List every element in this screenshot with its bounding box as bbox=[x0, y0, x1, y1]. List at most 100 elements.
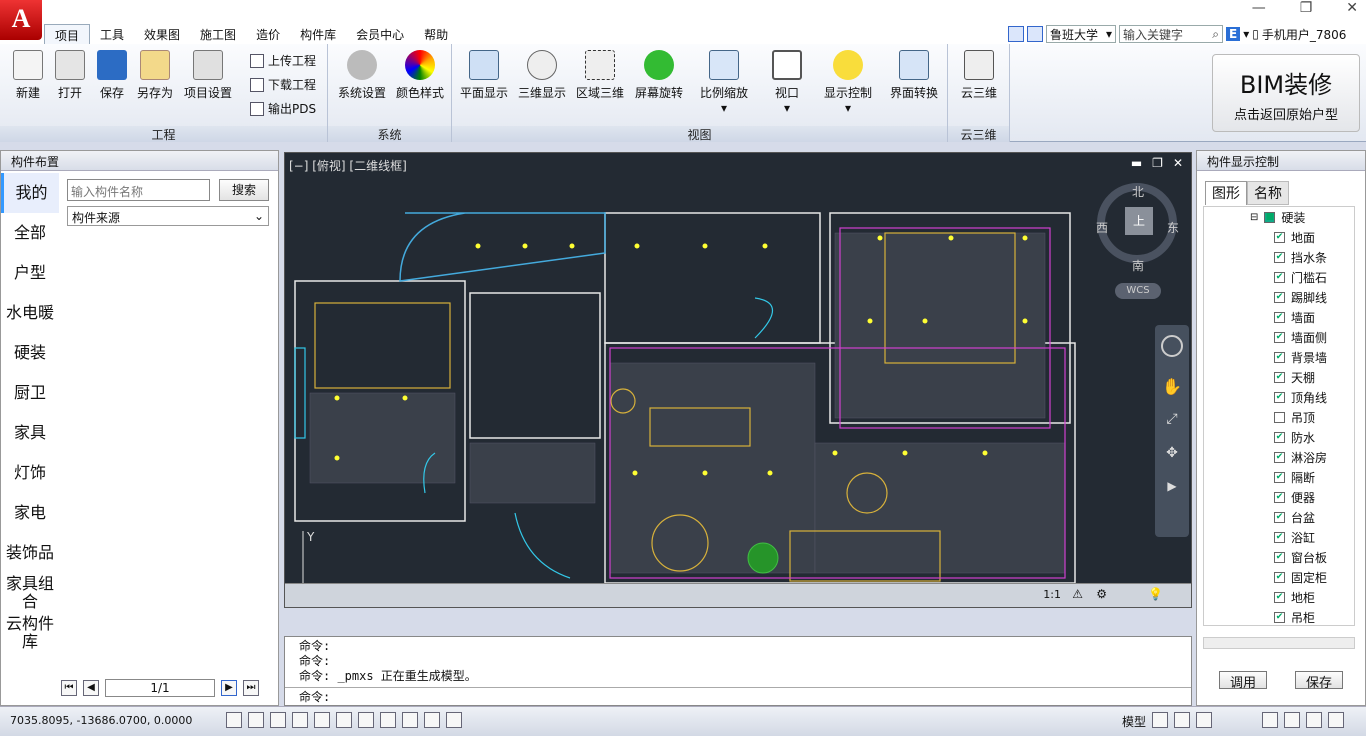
tree-checkbox[interactable]: ■ bbox=[1264, 211, 1276, 223]
tree-checkbox[interactable]: ✔ bbox=[1274, 391, 1285, 403]
project-settings-button[interactable]: 项目设置 bbox=[180, 50, 236, 101]
tree-checkbox[interactable]: ✔ bbox=[1274, 251, 1285, 263]
tree-checkbox[interactable]: ✔ bbox=[1274, 531, 1285, 543]
menu-render[interactable]: 效果图 bbox=[134, 24, 190, 44]
tree-item[interactable]: ✔ 窗台板 bbox=[1204, 547, 1354, 567]
page-indicator[interactable]: 1/1 bbox=[105, 679, 215, 697]
school-select[interactable]: 鲁班大学 ▾ bbox=[1046, 25, 1116, 43]
category-cloud-library[interactable]: 云构件库 bbox=[1, 613, 59, 653]
menu-tools[interactable]: 工具 bbox=[90, 24, 134, 44]
keyword-search-input[interactable]: 输入关键字 ⌕ bbox=[1119, 25, 1223, 43]
menu-help[interactable]: 帮助 bbox=[414, 24, 458, 44]
tree-item[interactable]: ✔ 顶角线 bbox=[1204, 387, 1354, 407]
tree-item[interactable]: ✔ 台盆 bbox=[1204, 507, 1354, 527]
polar-icon[interactable] bbox=[292, 712, 308, 728]
tree-item[interactable]: ✔ 挡水条 bbox=[1204, 247, 1354, 267]
minimize-icon[interactable]: — bbox=[1252, 0, 1266, 16]
category-all[interactable]: 全部 bbox=[1, 213, 59, 253]
list-view-icon[interactable] bbox=[1027, 26, 1043, 42]
tree-item[interactable]: ✔ 地面 bbox=[1204, 227, 1354, 247]
tree-checkbox[interactable]: ✔ bbox=[1274, 611, 1285, 623]
new-button[interactable]: 新建 bbox=[8, 50, 48, 101]
search-button[interactable]: 搜索 bbox=[219, 179, 269, 201]
tree-root[interactable]: ⊟ ■ 硬装 bbox=[1204, 207, 1354, 227]
category-hardfinish[interactable]: 硬装 bbox=[1, 333, 59, 373]
wcs-button[interactable]: WCS bbox=[1115, 283, 1161, 299]
transparency-icon[interactable] bbox=[424, 712, 440, 728]
apply-button[interactable]: 调用 bbox=[1219, 671, 1267, 691]
e-icon[interactable]: E bbox=[1226, 27, 1241, 41]
hardware-acceleration-icon[interactable] bbox=[1306, 712, 1322, 728]
3d-view-button[interactable]: 三维显示 bbox=[516, 50, 568, 101]
next-page-icon[interactable]: ▶ bbox=[221, 680, 237, 696]
selection-cycling-icon[interactable] bbox=[446, 712, 462, 728]
cloud-3d-button[interactable]: 云三维 bbox=[954, 50, 1004, 101]
tree-checkbox[interactable]: ✔ bbox=[1274, 451, 1285, 463]
source-select[interactable]: 构件来源 ⌄ bbox=[67, 206, 269, 226]
tree-checkbox[interactable]: ✔ bbox=[1274, 351, 1285, 363]
category-lighting[interactable]: 灯饰 bbox=[1, 453, 59, 493]
snap-icon[interactable] bbox=[226, 712, 242, 728]
tree-item[interactable]: ✔ 浴缸 bbox=[1204, 527, 1354, 547]
save-button[interactable]: 保存 bbox=[1295, 671, 1343, 691]
drawing-viewport[interactable]: [−] [俯视] [二维线框] ▬ ❐ ✕ Y 上 北 南 西 东 WCS ✋ … bbox=[284, 152, 1192, 608]
tree-checkbox[interactable]: ✔ bbox=[1274, 571, 1285, 583]
category-decor[interactable]: 装饰品 bbox=[1, 533, 59, 573]
showmotion-icon[interactable]: ▶ bbox=[1162, 479, 1182, 499]
area-3d-button[interactable]: 区域三维 bbox=[574, 50, 626, 101]
command-input[interactable]: 命令: bbox=[285, 687, 1191, 705]
bim-return-button[interactable]: BIM装修 点击返回原始户型 bbox=[1212, 54, 1360, 132]
open-button[interactable]: 打开 bbox=[50, 50, 90, 101]
tree-checkbox[interactable]: ✔ bbox=[1274, 371, 1285, 383]
category-mep[interactable]: 水电暖 bbox=[1, 293, 59, 333]
tree-item[interactable]: ✔ 地柜 bbox=[1204, 587, 1354, 607]
menu-member[interactable]: 会员中心 bbox=[346, 24, 414, 44]
lock-icon[interactable] bbox=[1284, 712, 1300, 728]
tree-item[interactable]: ✔ 吊柜 bbox=[1204, 607, 1354, 625]
zoom-extents-icon[interactable]: ⤢ bbox=[1162, 411, 1182, 431]
orbit-icon[interactable]: ✥ bbox=[1162, 445, 1182, 465]
tree-checkbox[interactable]: ✔ bbox=[1274, 291, 1285, 303]
tree-item[interactable]: ✔ 隔断 bbox=[1204, 467, 1354, 487]
tree-item[interactable]: ✔ 便器 bbox=[1204, 487, 1354, 507]
viewport-button[interactable]: 视口 ▾ bbox=[764, 50, 810, 115]
tree-item[interactable]: ✔ 门槛石 bbox=[1204, 267, 1354, 287]
tree-checkbox[interactable]: ✔ bbox=[1274, 471, 1285, 483]
tree-item[interactable]: ✔ 背景墙 bbox=[1204, 347, 1354, 367]
category-appliance[interactable]: 家电 bbox=[1, 493, 59, 533]
pan-icon[interactable]: ✋ bbox=[1162, 377, 1182, 397]
interface-switch-button[interactable]: 界面转换 bbox=[886, 50, 942, 101]
lineweight-icon[interactable] bbox=[402, 712, 418, 728]
model-space-icon[interactable] bbox=[1152, 712, 1168, 728]
tree-checkbox[interactable]: ✔ bbox=[1274, 311, 1285, 323]
last-page-icon[interactable]: ⏭ bbox=[243, 680, 259, 696]
category-layout[interactable]: 户型 bbox=[1, 253, 59, 293]
fullscreen-icon[interactable] bbox=[1328, 712, 1344, 728]
collapse-icon[interactable]: ⊟ bbox=[1250, 212, 1258, 223]
tree-item[interactable]: ✔ 踢脚线 bbox=[1204, 287, 1354, 307]
tree-checkbox[interactable]: ✔ bbox=[1274, 511, 1285, 523]
dyn-icon[interactable] bbox=[380, 712, 396, 728]
tree-checkbox[interactable]: ✔ bbox=[1274, 431, 1285, 443]
restore-icon[interactable]: ❐ bbox=[1300, 0, 1313, 16]
annotation-visibility-icon[interactable]: ⚠ bbox=[1072, 587, 1083, 601]
tree-checkbox[interactable]: ✔ bbox=[1274, 591, 1285, 603]
menu-project[interactable]: 项目 bbox=[44, 24, 91, 44]
horizontal-scrollbar[interactable] bbox=[1203, 637, 1355, 649]
view-cube-top[interactable]: 上 bbox=[1125, 207, 1153, 235]
scale-zoom-button[interactable]: 比例缩放 ▾ bbox=[696, 50, 752, 115]
tab-graphics[interactable]: 图形 bbox=[1205, 181, 1247, 205]
app-menu-button[interactable]: A bbox=[0, 0, 42, 40]
tab-name[interactable]: 名称 bbox=[1247, 181, 1289, 205]
system-settings-button[interactable]: 系统设置 bbox=[334, 50, 390, 101]
tree-item[interactable]: ✔ 防水 bbox=[1204, 427, 1354, 447]
close-icon[interactable]: ✕ bbox=[1346, 0, 1358, 16]
category-mine[interactable]: 我的 bbox=[1, 173, 59, 213]
component-search-input[interactable]: 输入构件名称 bbox=[67, 179, 210, 201]
upload-button[interactable]: 上传工程 bbox=[250, 52, 316, 69]
category-furniture[interactable]: 家具 bbox=[1, 413, 59, 453]
plan-view-button[interactable]: 平面显示 bbox=[458, 50, 510, 101]
auto-scale-icon[interactable]: ⚙ bbox=[1096, 587, 1107, 601]
grid-view-icon[interactable] bbox=[1008, 26, 1024, 42]
menu-construction[interactable]: 施工图 bbox=[190, 24, 246, 44]
